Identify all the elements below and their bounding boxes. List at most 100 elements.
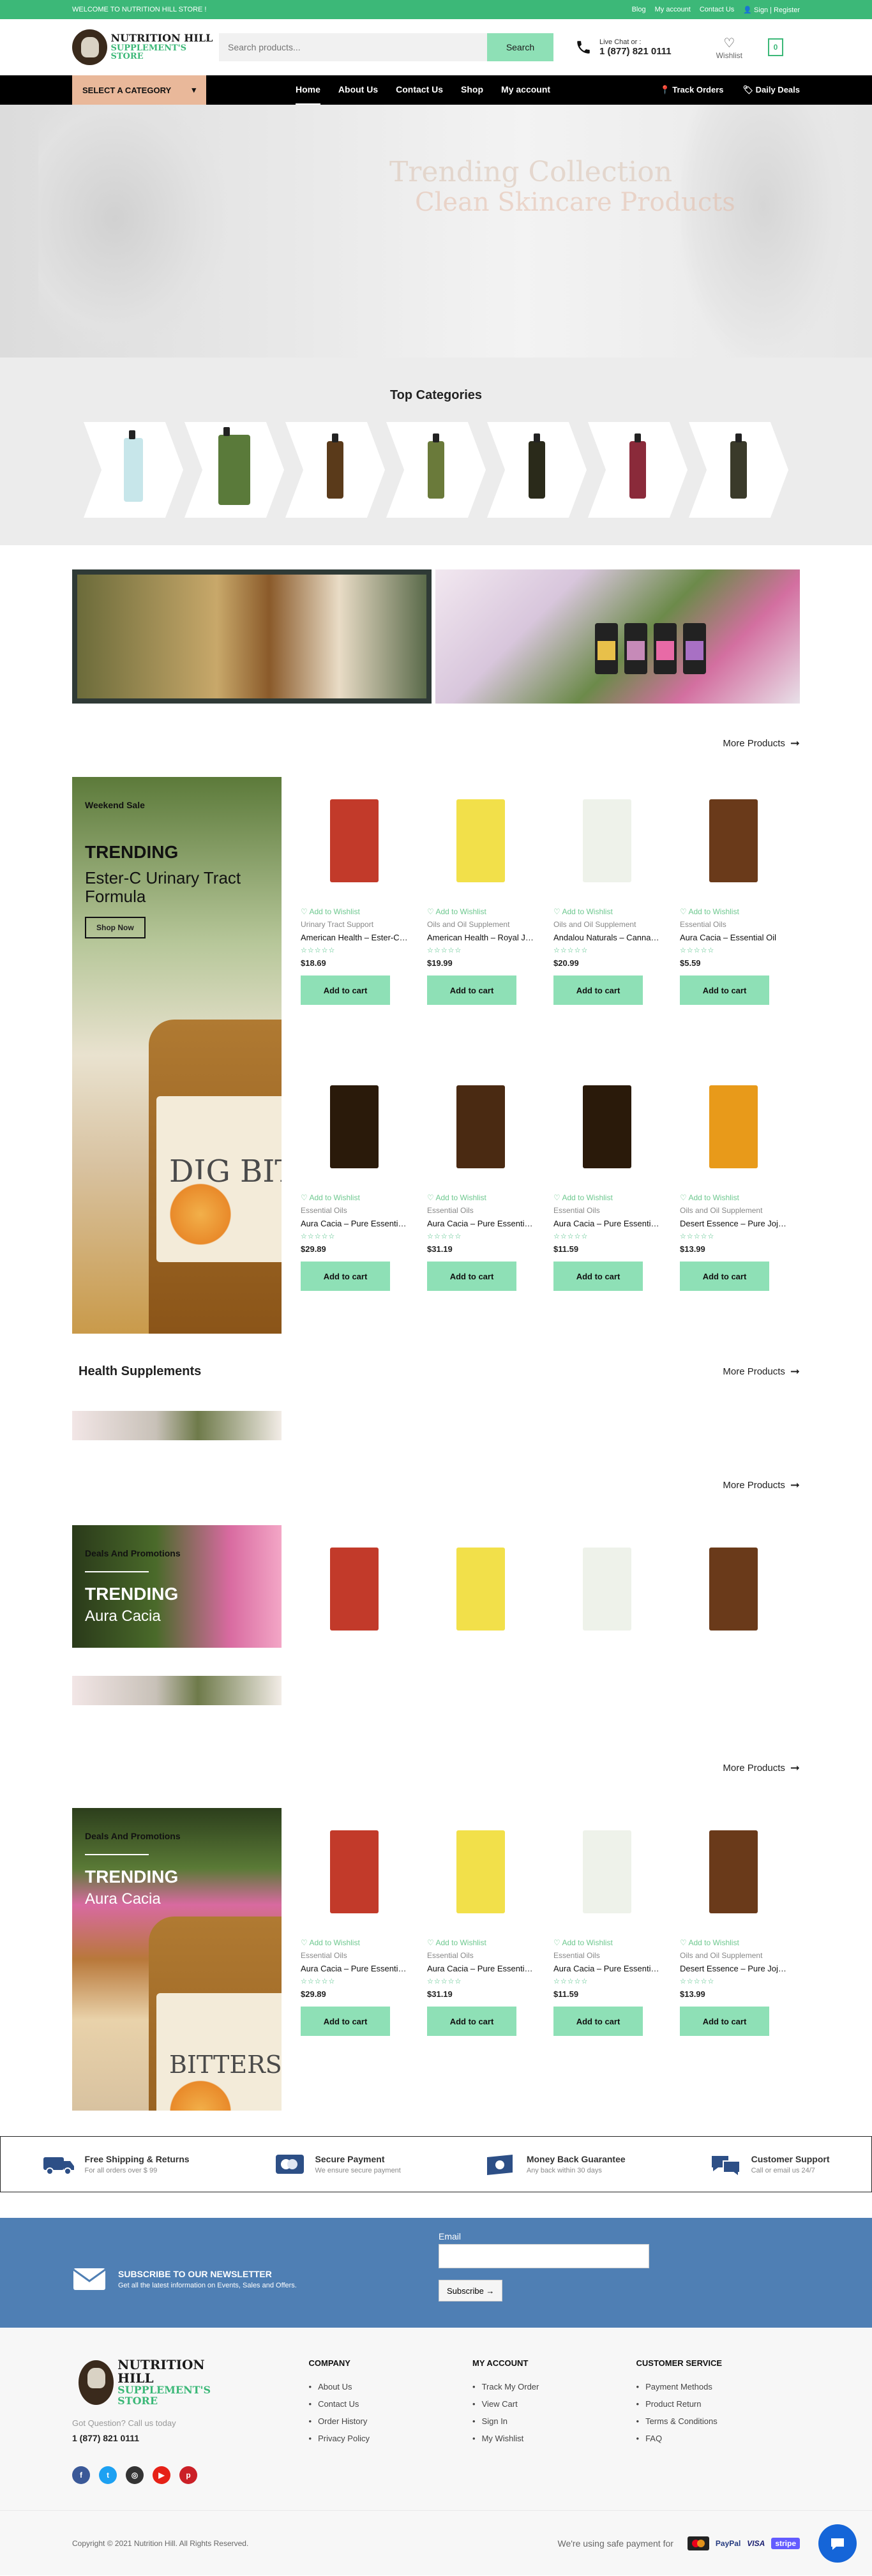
category-item[interactable] — [588, 422, 688, 518]
instagram-icon[interactable]: ◎ — [126, 2466, 144, 2484]
facebook-icon[interactable]: f — [72, 2466, 90, 2484]
footer-link[interactable]: Product Return — [636, 2399, 801, 2409]
top-link-blog[interactable]: Blog — [632, 6, 646, 13]
cart-button[interactable]: 0 — [767, 38, 783, 56]
header-phone[interactable]: 1 (877) 821 0111 — [599, 46, 672, 57]
add-to-cart-button[interactable]: Add to cart — [680, 1262, 769, 1291]
add-to-cart-button[interactable]: Add to cart — [553, 1262, 643, 1291]
category-item[interactable] — [689, 422, 788, 518]
add-to-wishlist-link[interactable]: ♡ Add to Wishlist — [301, 1938, 408, 1947]
add-to-wishlist-link[interactable]: ♡ Add to Wishlist — [301, 1193, 408, 1202]
add-to-wishlist-link[interactable]: ♡ Add to Wishlist — [301, 907, 408, 916]
add-to-cart-button[interactable]: Add to cart — [680, 2007, 769, 2036]
nav-shop[interactable]: Shop — [461, 75, 483, 105]
search-button[interactable]: Search — [487, 33, 553, 61]
subscribe-button[interactable]: Subscribe → — [439, 2280, 503, 2301]
add-to-cart-button[interactable]: Add to cart — [553, 975, 643, 1005]
footer-link[interactable]: Contact Us — [309, 2399, 473, 2409]
footer-link[interactable]: About Us — [309, 2382, 473, 2391]
product-image[interactable] — [427, 777, 534, 905]
product-image[interactable] — [680, 777, 787, 905]
more-products-link-4[interactable]: More Products ➞ — [72, 1761, 800, 1775]
category-item[interactable] — [386, 422, 486, 518]
footer-link[interactable]: Payment Methods — [636, 2382, 801, 2391]
nav-contact-us[interactable]: Contact Us — [396, 75, 443, 105]
footer-link[interactable]: FAQ — [636, 2434, 801, 2443]
product-category[interactable]: Oils and Oil Supplement — [553, 920, 661, 929]
category-item[interactable] — [285, 422, 385, 518]
product-title[interactable]: Aura Cacia – Pure Essential Oil — [427, 1964, 534, 1973]
banner-digestive[interactable] — [72, 569, 432, 704]
product-image[interactable] — [427, 1063, 534, 1191]
more-products-link-3[interactable]: More Products ➞ — [72, 1479, 800, 1492]
shop-now-button[interactable]: Shop Now — [85, 917, 146, 939]
add-to-wishlist-link[interactable]: ♡ Add to Wishlist — [427, 1193, 534, 1202]
nav-home[interactable]: Home — [296, 75, 320, 105]
banner-oils[interactable] — [435, 569, 800, 704]
add-to-wishlist-link[interactable]: ♡ Add to Wishlist — [427, 1938, 534, 1947]
add-to-cart-button[interactable]: Add to cart — [301, 2007, 390, 2036]
product-category[interactable]: Essential Oils — [680, 920, 787, 929]
footer-link[interactable]: Privacy Policy — [309, 2434, 473, 2443]
health-supplements-banner[interactable] — [72, 1411, 282, 1440]
product-title[interactable]: Aura Cacia – Pure Essential Oil — [301, 1219, 408, 1228]
daily-deals-link[interactable]: 🏷 Daily Deals — [742, 85, 800, 95]
deals-banner[interactable] — [72, 1676, 282, 1705]
product-title[interactable]: Aura Cacia – Pure Essential Oil — [301, 1964, 408, 1973]
add-to-cart-button[interactable]: Add to cart — [301, 975, 390, 1005]
add-to-cart-button[interactable]: Add to cart — [427, 975, 516, 1005]
product-category[interactable]: Essential Oils — [301, 1206, 408, 1215]
youtube-icon[interactable]: ▶ — [153, 2466, 170, 2484]
top-link-contact-us[interactable]: Contact Us — [700, 6, 734, 13]
footer-logo[interactable]: NUTRITION HILL SUPPLEMENT'S STORE — [79, 2358, 225, 2407]
category-item[interactable] — [84, 422, 183, 518]
footer-link[interactable]: My Wishlist — [472, 2434, 636, 2443]
product-title[interactable]: Aura Cacia – Pure Essential Oil — [553, 1964, 661, 1973]
product-category[interactable]: Oils and Oil Supplement — [680, 1206, 787, 1215]
product-image[interactable] — [553, 1525, 661, 1653]
product-image[interactable] — [301, 1808, 408, 1936]
product-category[interactable]: Oils and Oil Supplement — [680, 1951, 787, 1960]
hero-slider[interactable]: Trending Collection Clean Skincare Produ… — [0, 105, 872, 358]
nav-about-us[interactable]: About Us — [338, 75, 378, 105]
product-image[interactable] — [427, 1525, 534, 1653]
product-image[interactable] — [553, 777, 661, 905]
search-input[interactable] — [219, 33, 487, 61]
footer-link[interactable]: Track My Order — [472, 2382, 636, 2391]
product-category[interactable]: Essential Oils — [553, 1951, 661, 1960]
sign-register-link[interactable]: 👤 Sign | Register — [743, 6, 800, 14]
top-link-my-account[interactable]: My account — [655, 6, 691, 13]
add-to-cart-button[interactable]: Add to cart — [427, 1262, 516, 1291]
site-logo[interactable]: NUTRITION HILL SUPPLEMENT'S STORE — [72, 29, 219, 65]
add-to-wishlist-link[interactable]: ♡ Add to Wishlist — [427, 907, 534, 916]
product-title[interactable]: Desert Essence – Pure Jojoba Oil — [680, 1964, 787, 1973]
footer-link[interactable]: Sign In — [472, 2416, 636, 2426]
product-title[interactable]: Andalou Naturals – Cannabis Hemp Seed — [553, 933, 661, 942]
pinterest-icon[interactable]: p — [179, 2466, 197, 2484]
nav-my-account[interactable]: My account — [501, 75, 550, 105]
product-category[interactable]: Essential Oils — [427, 1951, 534, 1960]
add-to-wishlist-link[interactable]: ♡ Add to Wishlist — [680, 1938, 787, 1947]
product-title[interactable]: American Health – Ester-C Urinary Tract … — [301, 933, 408, 942]
add-to-cart-button[interactable]: Add to cart — [427, 2007, 516, 2036]
category-item[interactable] — [487, 422, 587, 518]
footer-link[interactable]: View Cart — [472, 2399, 636, 2409]
add-to-wishlist-link[interactable]: ♡ Add to Wishlist — [553, 1938, 661, 1947]
product-category[interactable]: Essential Oils — [427, 1206, 534, 1215]
add-to-wishlist-link[interactable]: ♡ Add to Wishlist — [680, 1193, 787, 1202]
product-image[interactable] — [553, 1063, 661, 1191]
track-orders-link[interactable]: 📍 Track Orders — [659, 85, 723, 95]
footer-phone[interactable]: 1 (877) 821 0111 — [72, 2433, 309, 2443]
newsletter-email-field[interactable] — [439, 2244, 649, 2268]
product-title[interactable]: American Health – Royal Jelly Evening Pr… — [427, 933, 534, 942]
add-to-wishlist-link[interactable]: ♡ Add to Wishlist — [680, 907, 787, 916]
add-to-cart-button[interactable]: Add to cart — [301, 1262, 390, 1291]
product-category[interactable]: Oils and Oil Supplement — [427, 920, 534, 929]
chat-widget-button[interactable] — [818, 2524, 857, 2563]
product-title[interactable]: Aura Cacia – Pure Essential Oil — [553, 1219, 661, 1228]
product-image[interactable] — [680, 1808, 787, 1936]
add-to-wishlist-link[interactable]: ♡ Add to Wishlist — [553, 1193, 661, 1202]
product-title[interactable]: Aura Cacia – Essential Oil — [680, 933, 787, 942]
product-image[interactable] — [301, 1063, 408, 1191]
product-image[interactable] — [427, 1808, 534, 1936]
